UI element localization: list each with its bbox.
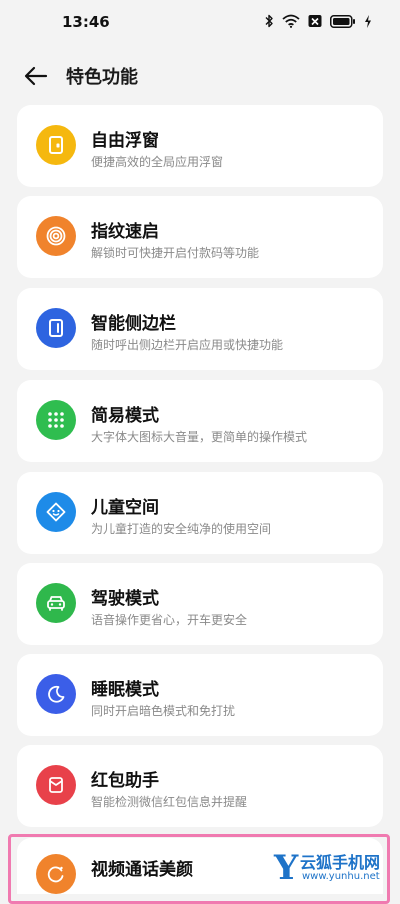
arrow-left-icon xyxy=(24,66,48,86)
watermark-logo: Y 云狐手机网 www.yunhu.net xyxy=(274,848,394,888)
watermark-url: www.yunhu.net xyxy=(302,871,380,882)
back-button[interactable] xyxy=(22,62,50,90)
status-bar: 13:46 xyxy=(0,0,400,46)
bluetooth-icon xyxy=(265,14,273,28)
feature-subtitle: 随时呼出侧边栏开启应用或快捷功能 xyxy=(91,338,284,352)
feature-subtitle: 智能检测微信红包信息并提醒 xyxy=(91,795,248,809)
charging-icon xyxy=(365,14,371,28)
feature-title: 红包助手 xyxy=(91,771,159,791)
feature-title: 自由浮窗 xyxy=(91,131,159,151)
child-face-icon xyxy=(36,492,76,532)
feature-subtitle: 解锁时可快捷开启付款码等功能 xyxy=(91,246,260,260)
floating-window-icon xyxy=(36,125,76,165)
watermark-letter: Y xyxy=(274,848,299,888)
feature-card-kids-space[interactable]: 儿童空间 为儿童打造的安全纯净的使用空间 xyxy=(17,472,383,554)
feature-title: 指纹速启 xyxy=(91,222,159,242)
car-icon xyxy=(36,583,76,623)
feature-card-floating-window[interactable]: 自由浮窗 便捷高效的全局应用浮窗 xyxy=(17,105,383,187)
red-envelope-icon xyxy=(36,765,76,805)
page-title: 特色功能 xyxy=(66,67,138,88)
feature-title: 智能侧边栏 xyxy=(91,314,176,334)
header: 特色功能 xyxy=(0,56,400,96)
feature-title: 视频通话美颜 xyxy=(91,860,193,880)
feature-card-driving-mode[interactable]: 驾驶模式 语音操作更省心，开车更安全 xyxy=(17,563,383,645)
feature-title: 简易模式 xyxy=(91,406,159,426)
status-time: 13:46 xyxy=(62,13,110,31)
watermark-name: 云狐手机网 xyxy=(300,853,381,872)
moon-icon xyxy=(36,674,76,714)
beauty-icon xyxy=(36,854,76,894)
feature-card-sleep-mode[interactable]: 睡眠模式 同时开启暗色模式和免打扰 xyxy=(17,654,383,736)
status-icons xyxy=(264,14,372,28)
feature-card-fingerprint[interactable]: 指纹速启 解锁时可快捷开启付款码等功能 xyxy=(17,196,383,278)
box-x-icon xyxy=(308,15,322,27)
feature-subtitle: 大字体大图标大音量，更简单的操作模式 xyxy=(91,430,308,444)
feature-subtitle: 便捷高效的全局应用浮窗 xyxy=(91,155,224,169)
feature-subtitle: 为儿童打造的安全纯净的使用空间 xyxy=(91,522,272,536)
feature-title: 睡眠模式 xyxy=(91,680,159,700)
wifi-icon xyxy=(282,14,300,28)
feature-card-red-envelope[interactable]: 红包助手 智能检测微信红包信息并提醒 xyxy=(17,745,383,827)
sidebar-icon xyxy=(36,308,76,348)
feature-subtitle: 同时开启暗色模式和免打扰 xyxy=(91,704,236,718)
feature-card-smart-sidebar[interactable]: 智能侧边栏 随时呼出侧边栏开启应用或快捷功能 xyxy=(17,288,383,370)
grid-dots-icon xyxy=(36,400,76,440)
feature-title: 儿童空间 xyxy=(91,498,159,518)
feature-card-simple-mode[interactable]: 简易模式 大字体大图标大音量，更简单的操作模式 xyxy=(17,380,383,462)
feature-title: 驾驶模式 xyxy=(91,589,159,609)
battery-icon xyxy=(330,14,355,28)
fingerprint-icon xyxy=(36,216,76,256)
feature-subtitle: 语音操作更省心，开车更安全 xyxy=(91,613,248,627)
